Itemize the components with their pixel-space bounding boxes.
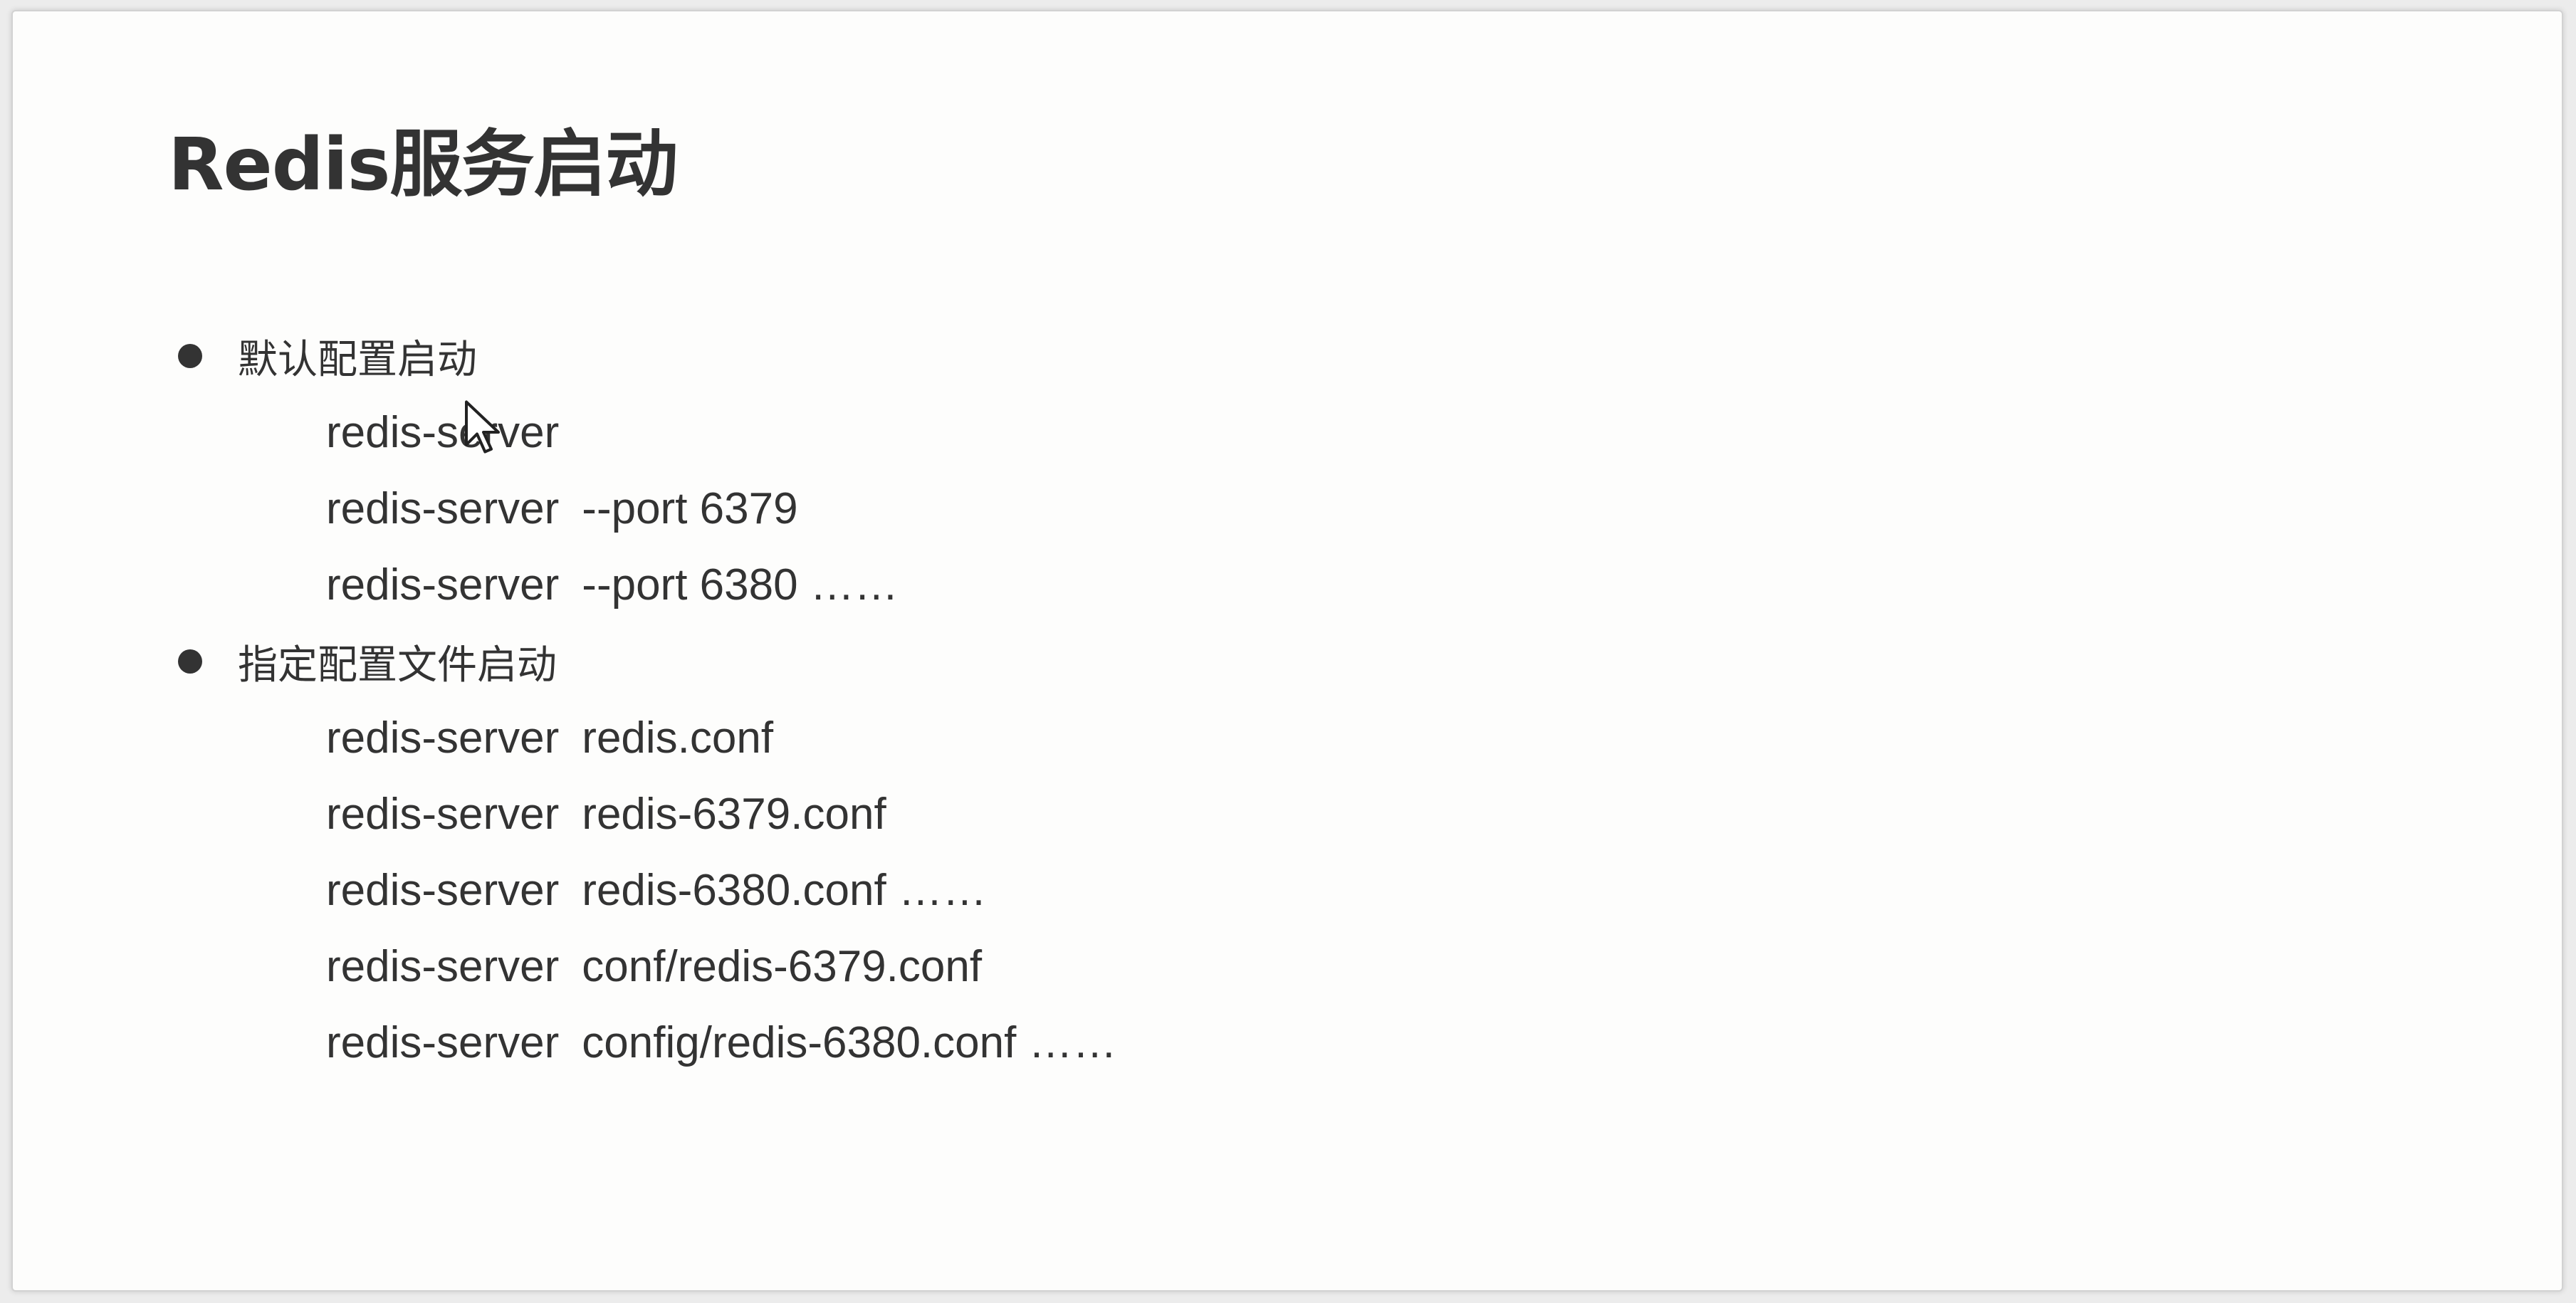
command-args: redis-6379.conf [582, 790, 886, 839]
command-line: redis-server --port 6380 …… [168, 547, 2162, 623]
bullet-heading: 默认配置启动 [238, 336, 477, 383]
command-line: redis-server redis.conf [168, 700, 2162, 776]
command-name: redis-server [326, 1018, 560, 1067]
command-name: redis-server [326, 790, 560, 839]
command-line: redis-server redis-6380.conf …… [168, 852, 2162, 928]
bullet-item: 指定配置文件启动 [168, 623, 2162, 700]
command-name: redis-server [326, 408, 560, 457]
slide-title: Redis服务启动 [168, 122, 678, 207]
bullet-dot-icon [178, 649, 202, 674]
presentation-slide: Redis服务启动 默认配置启动 redis-server redis-serv… [11, 10, 2563, 1292]
command-name: redis-server [326, 713, 560, 763]
command-line: redis-server conf/redis-6379.conf [168, 928, 2162, 1005]
screen: Redis服务启动 默认配置启动 redis-server redis-serv… [0, 0, 2576, 1303]
command-args: --port 6380 …… [582, 560, 899, 609]
bullet-item: 默认配置启动 [168, 318, 2162, 394]
bullet-heading: 指定配置文件启动 [238, 642, 557, 689]
command-name: redis-server [326, 866, 560, 915]
bullet-dot-icon [178, 344, 202, 368]
command-args: conf/redis-6379.conf [582, 942, 983, 991]
section-config-file: 指定配置文件启动 redis-server redis.conf redis-s… [168, 623, 2162, 1081]
section-default-config: 默认配置启动 redis-server redis-server --port … [168, 318, 2162, 623]
command-args: redis-6380.conf …… [582, 866, 987, 915]
command-line: redis-server redis-6379.conf [168, 776, 2162, 852]
command-name: redis-server [326, 942, 560, 991]
command-name: redis-server [326, 484, 560, 533]
command-args: config/redis-6380.conf …… [582, 1018, 1117, 1067]
command-name: redis-server [326, 560, 560, 609]
command-args: --port 6379 [582, 484, 798, 533]
command-args: redis.conf [582, 713, 774, 763]
mouse-pointer-icon [465, 400, 500, 454]
command-line: redis-server --port 6379 [168, 471, 2162, 547]
command-line: redis-server config/redis-6380.conf …… [168, 1005, 2162, 1081]
